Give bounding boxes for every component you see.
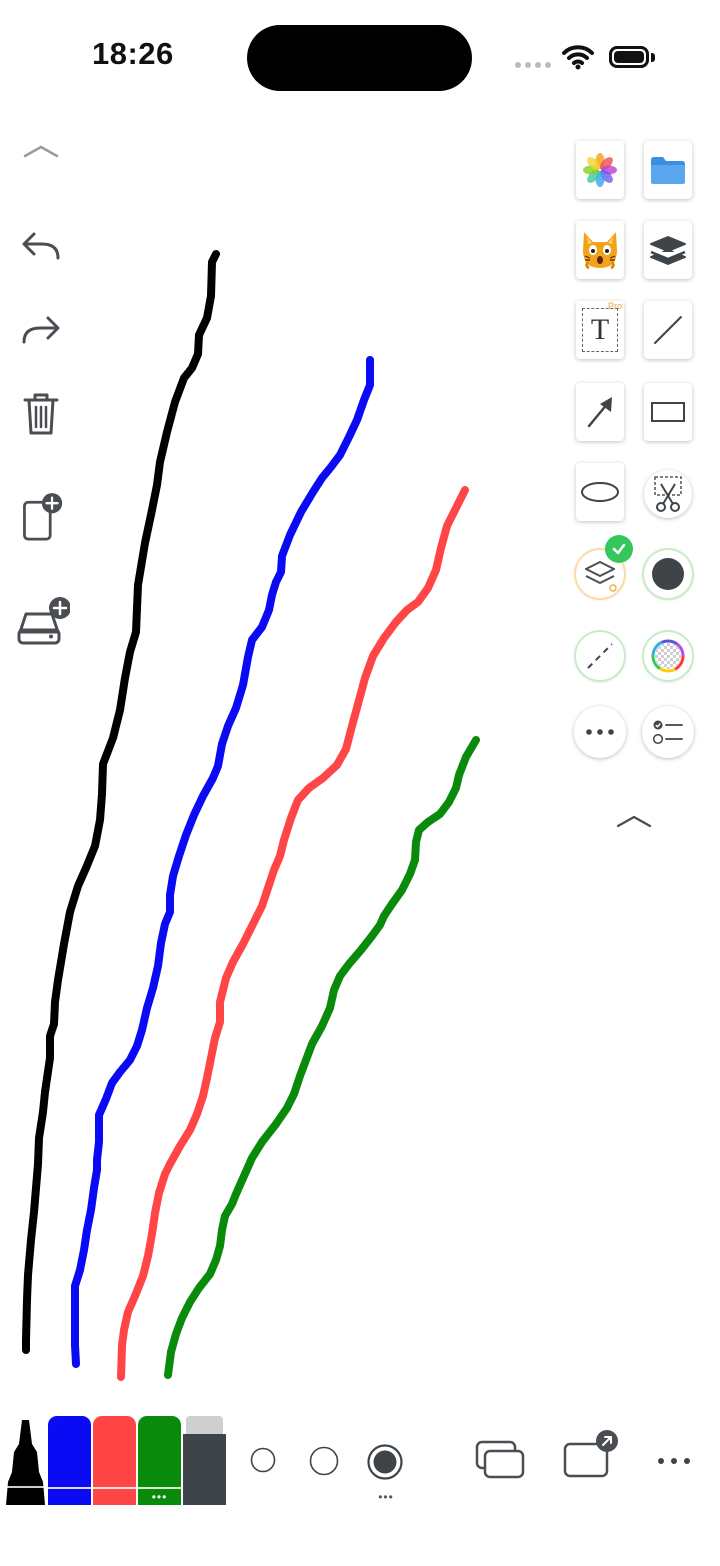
selected-check-icon	[605, 535, 633, 563]
cat-sticker-icon	[583, 232, 617, 270]
dashed-line-icon	[587, 643, 613, 669]
pen-icon	[5, 1420, 46, 1505]
redo-icon	[22, 316, 60, 344]
fill-style-button[interactable]	[644, 550, 692, 598]
pro-badge: Pro	[607, 301, 622, 311]
layers-button[interactable]	[644, 221, 692, 279]
cut-selection-icon	[654, 476, 682, 512]
text-tool-button[interactable]: Pro T	[576, 301, 624, 359]
marker-body	[183, 1434, 226, 1505]
redo-button[interactable]	[18, 308, 64, 352]
arrow-tool-icon	[587, 397, 612, 428]
size-more-label[interactable]: •••	[372, 1490, 400, 1504]
chevron-up-icon	[23, 145, 59, 158]
line-style-button[interactable]	[576, 632, 624, 680]
rectangle-tool-button[interactable]	[644, 383, 692, 441]
circle-outline-icon	[309, 1446, 339, 1476]
clear-canvas-button[interactable]	[18, 388, 64, 440]
color-picker-button[interactable]	[644, 632, 692, 680]
collapse-tools-button[interactable]	[614, 808, 654, 832]
black-pen-button[interactable]	[4, 1416, 47, 1505]
add-storage-button[interactable]	[14, 596, 70, 648]
fill-circle-icon	[652, 558, 684, 590]
filled-circle-icon	[367, 1444, 403, 1480]
more-icon	[658, 1458, 690, 1464]
size-large-button[interactable]	[366, 1443, 404, 1481]
line-tool-button[interactable]	[644, 301, 692, 359]
add-storage-icon	[17, 597, 70, 645]
collapse-toolbar-button[interactable]	[18, 136, 64, 164]
gray-marker-button[interactable]	[183, 1416, 226, 1505]
more-options-button[interactable]	[654, 1452, 694, 1470]
marker-cap	[186, 1416, 223, 1434]
new-page-button[interactable]	[18, 488, 64, 546]
photos-button[interactable]	[576, 141, 624, 199]
stickers-button[interactable]	[576, 221, 624, 279]
red-stroke	[117, 486, 469, 1381]
size-medium-button[interactable]	[306, 1443, 342, 1479]
more-tools-button[interactable]	[574, 706, 626, 758]
files-button[interactable]	[644, 141, 692, 199]
photos-icon	[583, 153, 617, 187]
ellipse-tool-icon	[581, 482, 619, 502]
undo-button[interactable]	[18, 224, 64, 268]
rectangle-tool-icon	[651, 402, 685, 422]
marker-more-label: •••	[151, 1490, 168, 1504]
red-marker-button[interactable]	[93, 1416, 136, 1505]
ellipse-tool-button[interactable]	[576, 463, 624, 521]
checklist-button[interactable]	[642, 706, 694, 758]
drawing-canvas[interactable]	[0, 0, 720, 1400]
more-icon	[586, 729, 614, 735]
external-window-button[interactable]	[562, 1428, 622, 1482]
text-tool-icon: T	[582, 308, 618, 352]
circle-outline-icon	[250, 1447, 276, 1473]
green-marker-button[interactable]: •••	[138, 1416, 181, 1505]
checklist-icon	[652, 720, 683, 745]
external-window-icon	[563, 1430, 618, 1478]
new-page-icon	[23, 493, 63, 541]
color-wheel-icon	[651, 639, 685, 673]
folder-icon	[651, 157, 685, 184]
chevron-up-icon	[616, 815, 652, 828]
undo-icon	[22, 232, 60, 260]
blue-marker-button[interactable]	[48, 1416, 91, 1505]
arrow-tool-button[interactable]	[576, 383, 624, 441]
windows-icon	[475, 1440, 525, 1479]
trash-icon	[23, 393, 59, 435]
layers-icon	[650, 236, 686, 265]
size-small-button[interactable]	[246, 1443, 280, 1477]
windows-button[interactable]	[474, 1438, 526, 1482]
line-tool-icon	[654, 316, 682, 344]
cut-selection-button[interactable]	[644, 470, 692, 518]
